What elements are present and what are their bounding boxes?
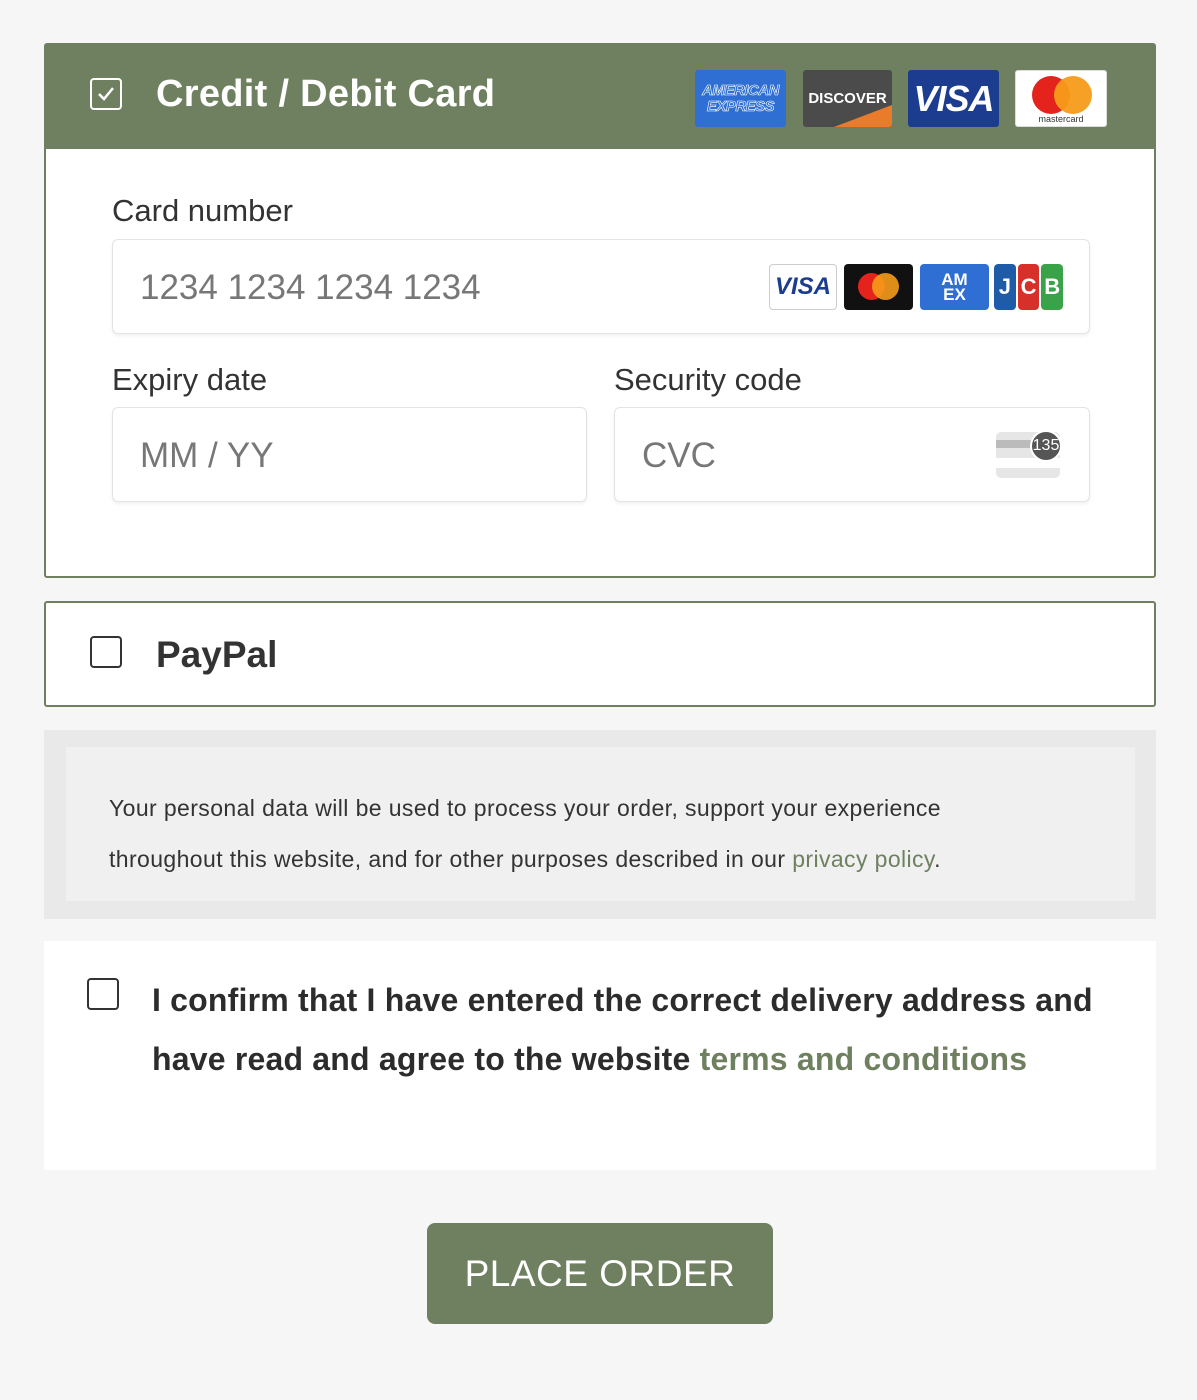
- card-number-input[interactable]: 1234 1234 1234 1234 VISA AM EX J C B: [112, 239, 1090, 334]
- security-code-input[interactable]: CVC 135: [614, 407, 1090, 502]
- cvc-badge: 135: [1030, 430, 1062, 462]
- privacy-line-1: Your personal data will be used to proce…: [109, 795, 941, 821]
- mastercard-icon: [844, 264, 913, 310]
- privacy-notice: Your personal data will be used to proce…: [44, 730, 1156, 919]
- place-order-button[interactable]: PLACE ORDER: [427, 1223, 773, 1324]
- security-code-placeholder: CVC: [642, 436, 716, 475]
- discover-logo-icon: DISCOVER: [803, 70, 892, 127]
- paypal-checkbox[interactable]: [90, 636, 122, 668]
- expiry-label: Expiry date: [112, 362, 268, 397]
- terms-link[interactable]: terms and conditions: [700, 1041, 1028, 1077]
- card-payment-checkbox[interactable]: [90, 78, 122, 110]
- terms-checkbox[interactable]: [87, 978, 119, 1010]
- jcb-icon: J C B: [994, 264, 1063, 310]
- amex-icon: AM EX: [920, 264, 989, 310]
- terms-text: I confirm that I have entered the correc…: [152, 982, 1093, 1077]
- privacy-line-2: throughout this website, and for other p…: [109, 846, 941, 872]
- card-payment-header[interactable]: Credit / Debit Card AMERICAN EXPRESS DIS…: [46, 45, 1154, 149]
- terms-confirmation: I confirm that I have entered the correc…: [44, 941, 1156, 1170]
- visa-logo-icon: VISA: [908, 70, 999, 127]
- card-payment-title: Credit / Debit Card: [156, 73, 496, 115]
- paypal-title: PayPal: [156, 634, 278, 675]
- amex-logo-icon: AMERICAN EXPRESS: [695, 70, 786, 127]
- visa-icon: VISA: [769, 264, 837, 310]
- card-number-label: Card number: [112, 193, 293, 228]
- privacy-policy-link[interactable]: privacy policy: [792, 846, 934, 872]
- checkmark-icon: [98, 87, 114, 101]
- paypal-payment-panel[interactable]: PayPal: [44, 601, 1156, 707]
- expiry-placeholder: MM / YY: [140, 436, 274, 475]
- privacy-notice-text: Your personal data will be used to proce…: [66, 747, 1135, 901]
- card-number-placeholder: 1234 1234 1234 1234: [140, 268, 481, 307]
- card-payment-panel: Credit / Debit Card AMERICAN EXPRESS DIS…: [44, 43, 1156, 578]
- mastercard-logo-icon: mastercard: [1015, 70, 1107, 127]
- security-code-label: Security code: [614, 362, 802, 397]
- expiry-input[interactable]: MM / YY: [112, 407, 587, 502]
